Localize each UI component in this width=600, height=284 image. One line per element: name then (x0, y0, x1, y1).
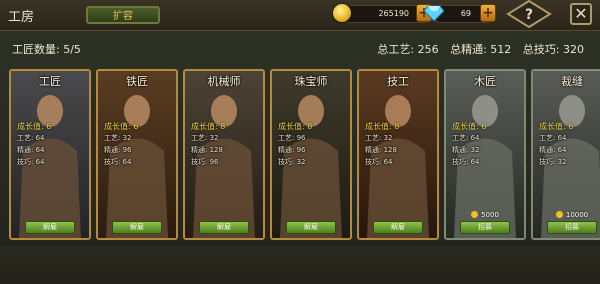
craftsman-card[interactable]: 铁匠成长值: 6 工艺: 32 精通: 96 技巧: 64 解雇 (96, 69, 178, 240)
coin-amount: 265190 (378, 9, 409, 18)
hire-button[interactable]: 招募 (460, 221, 510, 234)
skill-stat: 技巧: 64 (365, 158, 393, 166)
craft-stat: 工艺: 64 (452, 134, 480, 142)
page-title: 工房 (8, 10, 35, 25)
close-button[interactable]: ✕ (570, 3, 592, 25)
dismiss-button[interactable]: 解雇 (373, 221, 423, 234)
price-value: 10000 (565, 211, 589, 219)
craft-stat: 工艺: 32 (104, 134, 132, 142)
growth-value: 成长值: 8 (365, 122, 400, 131)
precision-stat: 精通: 128 (365, 146, 397, 154)
craft-stat: 工艺: 32 (191, 134, 219, 142)
coin-icon (555, 211, 563, 218)
hire-price: 5000 (446, 211, 524, 219)
growth-value: 成长值: 8 (278, 122, 313, 131)
precision-stat: 精通: 128 (191, 146, 223, 154)
skill-stat: 技巧: 64 (104, 158, 132, 166)
growth-value: 成长值: 8 (191, 122, 226, 131)
craftsman-card[interactable]: 裁缝成长值: 6 工艺: 64 精通: 64 技巧: 32 10000 招募 (531, 69, 600, 240)
precision-stat: 精通: 96 (278, 146, 306, 154)
skill-stat: 技巧: 32 (539, 158, 567, 166)
price-value: 5000 (481, 211, 499, 219)
craftsman-card[interactable]: 机械师成长值: 8 工艺: 32 精通: 128 技巧: 96 解雇 (183, 69, 265, 240)
growth-value: 成长值: 6 (539, 122, 574, 131)
dismiss-button[interactable]: 解雇 (286, 221, 336, 234)
dismiss-button[interactable]: 解雇 (25, 221, 75, 234)
craft-stat: 工艺: 64 (539, 134, 567, 142)
help-button[interactable]: ? (506, 0, 552, 28)
card-name: 木匠 (474, 75, 496, 88)
card-name: 裁缝 (561, 75, 583, 88)
card-name: 机械师 (207, 75, 241, 88)
add-gems-button[interactable]: + (480, 4, 496, 22)
craftsman-count: 工匠数量: 5/5 (12, 43, 81, 56)
coin-icon (333, 4, 351, 22)
svg-text:?: ? (525, 7, 533, 23)
card-name: 工匠 (39, 75, 61, 88)
skill-stat: 技巧: 32 (278, 158, 306, 166)
precision-stat: 精通: 64 (539, 146, 567, 154)
gem-amount: 69 (460, 9, 471, 18)
precision-stat: 精通: 96 (104, 146, 132, 154)
skill-stat: 技巧: 64 (17, 158, 45, 166)
expand-button[interactable]: 扩容 (86, 6, 160, 24)
dismiss-button[interactable]: 解雇 (112, 221, 162, 234)
craftsman-card[interactable]: 技工成长值: 8 工艺: 32 精通: 128 技巧: 64 解雇 (357, 69, 439, 240)
card-name: 技工 (387, 75, 409, 88)
precision-stat: 精通: 32 (452, 146, 480, 154)
growth-value: 成长值: 6 (104, 122, 139, 131)
hire-price: 10000 (533, 211, 600, 219)
total-skill: 总技巧: 320 (522, 43, 584, 56)
workshop-screen: 工房 扩容 265190 + 69 + ? ✕ 工匠数量: 5/5 总工艺: 2… (0, 0, 600, 284)
skill-stat: 技巧: 96 (191, 158, 219, 166)
craftsman-card[interactable]: 珠宝师成长值: 8 工艺: 96 精通: 96 技巧: 32 解雇 (270, 69, 352, 240)
coin-icon (471, 211, 479, 218)
craftsman-card[interactable]: 木匠成长值: 6 工艺: 64 精通: 32 技巧: 64 5000 招募 (444, 69, 526, 240)
total-stats: 总工艺: 256 总精通: 512 总技巧: 320 (369, 41, 584, 57)
card-name: 铁匠 (126, 75, 148, 88)
growth-value: 成长值: 6 (17, 122, 52, 131)
growth-value: 成长值: 6 (452, 122, 487, 131)
craft-stat: 工艺: 64 (17, 134, 45, 142)
bottom-bar (0, 246, 600, 284)
craft-stat: 工艺: 96 (278, 134, 306, 142)
diamond-icon (424, 5, 444, 22)
hire-button[interactable]: 招募 (547, 221, 597, 234)
total-precision: 总精通: 512 (450, 43, 512, 56)
dismiss-button[interactable]: 解雇 (199, 221, 249, 234)
craft-stat: 工艺: 32 (365, 134, 393, 142)
precision-stat: 精通: 64 (17, 146, 45, 154)
craftsman-card[interactable]: 工匠成长值: 6 工艺: 64 精通: 64 技巧: 64 解雇 (9, 69, 91, 240)
total-craft: 总工艺: 256 (377, 43, 439, 56)
skill-stat: 技巧: 64 (452, 158, 480, 166)
card-name: 珠宝师 (294, 75, 328, 88)
top-bar: 工房 扩容 265190 + 69 + ? ✕ (0, 0, 600, 31)
